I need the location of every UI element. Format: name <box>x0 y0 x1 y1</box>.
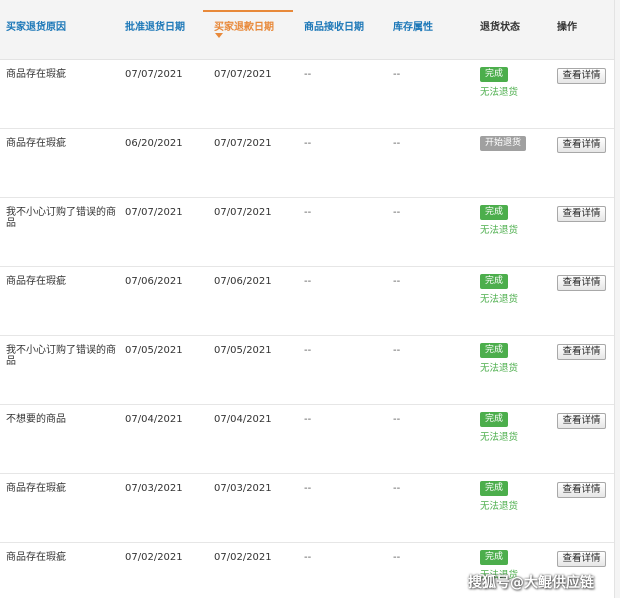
return-reason: 商品存在瑕疵 <box>6 483 66 494</box>
return-reason: 我不小心订购了错误的商品 <box>6 207 116 229</box>
approve-date: 07/02/2021 <box>125 552 183 563</box>
status-badge: 完成 <box>480 274 509 289</box>
return-status: 开始退货 <box>480 136 527 151</box>
receive-date: -- <box>304 207 312 218</box>
active-sort-indicator <box>203 10 293 12</box>
view-details-button[interactable]: 查看详情 <box>557 413 606 429</box>
status-badge: 完成 <box>480 550 509 565</box>
return-reason: 商品存在瑕疵 <box>6 138 66 149</box>
return-reason: 商品存在瑕疵 <box>6 552 66 563</box>
stock-attribute: -- <box>393 414 401 425</box>
receive-date: -- <box>304 414 312 425</box>
return-status: 完成 无法退货 <box>480 412 518 443</box>
receive-date: -- <box>304 276 312 287</box>
receive-date: -- <box>304 138 312 149</box>
status-note: 无法退货 <box>480 294 519 305</box>
table-row: 我不小心订购了错误的商品 07/05/2021 07/05/2021 -- -- 完成无法… <box>0 336 620 405</box>
status-note: 无法退货 <box>480 501 519 512</box>
receive-date: -- <box>304 483 312 494</box>
status-note: 无法退货 <box>480 432 519 443</box>
stock-attribute: -- <box>393 69 401 80</box>
status-note: 无法退货 <box>480 363 519 374</box>
table-row: 商品存在瑕疵 07/06/2021 07/06/2021 -- -- 完成无法退货 查看详情 <box>0 267 620 336</box>
column-header-return-status: 退货状态 <box>480 22 520 33</box>
stock-attribute: -- <box>393 138 401 149</box>
table-row: 不想要的商品 07/04/2021 07/04/2021 -- -- 完成无法退货 查看详情 <box>0 405 620 474</box>
return-status: 完成 无法退货 <box>480 67 518 98</box>
status-badge: 完成 <box>480 67 509 82</box>
refund-date: 07/05/2021 <box>214 345 272 356</box>
refund-date: 07/02/2021 <box>214 552 272 563</box>
table-header: 买家退货原因 批准退货日期 买家退款日期 商品接收日期 库存属性 退货状态 操作 <box>0 0 620 60</box>
receive-date: -- <box>304 69 312 80</box>
scrollbar-track[interactable] <box>614 0 620 598</box>
refund-date: 07/03/2021 <box>214 483 272 494</box>
column-header-refund-date[interactable]: 买家退款日期 <box>214 18 274 33</box>
status-note: 无法退货 <box>480 87 519 98</box>
approve-date: 07/07/2021 <box>125 207 183 218</box>
table-row: 商品存在瑕疵 07/03/2021 07/03/2021 -- -- 完成无法退货 查看详情 <box>0 474 620 543</box>
refund-date: 07/06/2021 <box>214 276 272 287</box>
stock-attribute: -- <box>393 207 401 218</box>
status-note: 无法退货 <box>480 225 519 236</box>
refund-date: 07/07/2021 <box>214 138 272 149</box>
table-row: 商品存在瑕疵 07/07/2021 07/07/2021 -- -- 完成无法退货 查看详情 <box>0 60 620 129</box>
sort-down-icon[interactable] <box>215 33 223 38</box>
column-header-return-reason[interactable]: 买家退货原因 <box>6 18 66 33</box>
column-header-receive-date[interactable]: 商品接收日期 <box>304 18 364 33</box>
table-row: 商品存在瑕疵 06/20/2021 07/07/2021 -- -- 开始退货 查看详情 <box>0 129 620 198</box>
return-status: 完成 无法退货 <box>480 274 518 305</box>
column-header-stock-attribute[interactable]: 库存属性 <box>393 18 433 33</box>
view-details-button[interactable]: 查看详情 <box>557 68 606 84</box>
return-status: 完成 无法退货 <box>480 481 518 512</box>
approve-date: 07/06/2021 <box>125 276 183 287</box>
view-details-button[interactable]: 查看详情 <box>557 275 606 291</box>
view-details-button[interactable]: 查看详情 <box>557 551 606 567</box>
approve-date: 07/04/2021 <box>125 414 183 425</box>
view-details-button[interactable]: 查看详情 <box>557 482 606 498</box>
table-row: 我不小心订购了错误的商品 07/07/2021 07/07/2021 -- -- 完成无法… <box>0 198 620 267</box>
status-badge: 完成 <box>480 205 509 220</box>
return-status: 完成 无法退货 <box>480 205 518 236</box>
return-reason: 商品存在瑕疵 <box>6 69 66 80</box>
column-header-action: 操作 <box>557 22 577 33</box>
approve-date: 06/20/2021 <box>125 138 183 149</box>
watermark: 搜狐号@大鲲供应链 <box>468 575 594 591</box>
status-badge: 完成 <box>480 412 509 427</box>
receive-date: -- <box>304 345 312 356</box>
return-reason: 商品存在瑕疵 <box>6 276 66 287</box>
stock-attribute: -- <box>393 345 401 356</box>
view-details-button[interactable]: 查看详情 <box>557 206 606 222</box>
refund-date: 07/07/2021 <box>214 69 272 80</box>
approve-date: 07/05/2021 <box>125 345 183 356</box>
status-badge: 完成 <box>480 481 509 496</box>
approve-date: 07/03/2021 <box>125 483 183 494</box>
approve-date: 07/07/2021 <box>125 69 183 80</box>
status-badge: 开始退货 <box>480 136 527 151</box>
receive-date: -- <box>304 552 312 563</box>
column-header-approve-date[interactable]: 批准退货日期 <box>125 18 185 33</box>
status-badge: 完成 <box>480 343 509 358</box>
view-details-button[interactable]: 查看详情 <box>557 344 606 360</box>
return-reason: 我不小心订购了错误的商品 <box>6 345 116 367</box>
refund-date: 07/07/2021 <box>214 207 272 218</box>
refund-date: 07/04/2021 <box>214 414 272 425</box>
stock-attribute: -- <box>393 552 401 563</box>
view-details-button[interactable]: 查看详情 <box>557 137 606 153</box>
return-reason: 不想要的商品 <box>6 414 66 425</box>
stock-attribute: -- <box>393 276 401 287</box>
stock-attribute: -- <box>393 483 401 494</box>
return-status: 完成 无法退货 <box>480 343 518 374</box>
